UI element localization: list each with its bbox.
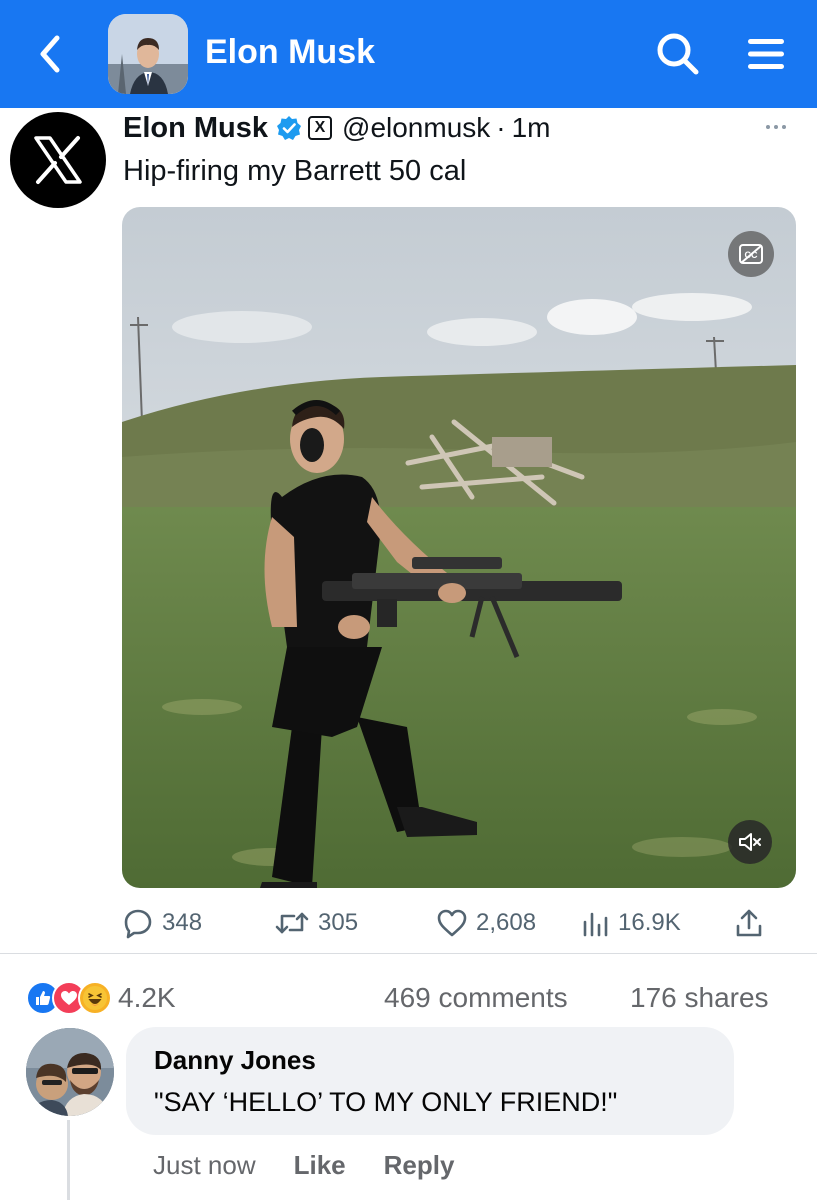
commenter-avatar[interactable] [26,1028,114,1116]
tweet-text: Hip-firing my Barrett 50 cal [123,155,467,187]
captions-button[interactable]: CC [728,231,774,277]
page-avatar[interactable] [108,14,188,94]
comment-meta: Just now Like Reply [153,1148,454,1182]
comment-reply-button[interactable]: Reply [384,1150,455,1181]
retweet-icon [275,912,309,934]
more-options-icon[interactable] [758,118,794,136]
comment-text: "SAY ‘HELLO’ TO MY ONLY FRIEND!" [154,1087,618,1117]
reactions-summary[interactable]: 4.2K [26,978,176,1018]
captions-icon: CC [739,244,763,264]
reply-action[interactable]: 348 [122,900,202,946]
volume-muted-icon [739,833,761,851]
tweet-header: Elon Musk X @elonmusk · 1m [123,108,551,148]
tweet-separator: · [496,112,506,143]
tweet-time: 1m [511,112,551,143]
page-title[interactable]: Elon Musk [205,30,375,74]
retweet-count: 305 [318,909,359,936]
comment-like-button[interactable]: Like [294,1150,346,1181]
x-logo-avatar[interactable] [10,112,106,208]
shares-count[interactable]: 176 shares [630,980,769,1016]
search-icon [657,33,699,75]
top-bar: Elon Musk [0,0,817,108]
tweet-author-name[interactable]: Elon Musk [123,112,268,145]
reaction-icons [26,981,112,1015]
comments-count[interactable]: 469 comments [384,980,568,1016]
views-action[interactable]: 16.9K [580,900,681,946]
tweet-actions: 348 305 2,608 16.9K [122,900,798,946]
tweet-video[interactable]: CC [122,207,796,888]
haha-reaction-icon [78,981,112,1015]
x-affiliate-badge: X [308,116,333,140]
menu-button[interactable] [738,26,794,82]
like-action[interactable]: 2,608 [436,900,536,946]
comment-bubble: Danny Jones "SAY ‘HELLO’ TO MY ONLY FRIE… [126,1027,734,1135]
divider [0,953,817,954]
heart-icon [437,909,467,937]
search-button[interactable] [650,26,706,82]
like-count: 2,608 [476,909,537,936]
tweet-handle[interactable]: @elonmusk [342,112,490,144]
verified-badge-icon [276,115,302,141]
retweet-action[interactable]: 305 [274,900,358,946]
x-logo-icon [34,136,82,184]
reply-icon [124,909,152,939]
reactions-count: 4.2K [118,982,176,1013]
thread-line [67,1120,70,1200]
views-count: 16.9K [618,909,681,936]
views-chart-icon [583,912,608,937]
share-action[interactable] [734,900,764,946]
mute-button[interactable] [728,820,772,864]
comment-author[interactable]: Danny Jones [154,1045,316,1076]
menu-icon [748,39,784,69]
comment-time: Just now [153,1149,256,1180]
share-upload-icon [736,909,762,937]
video-frame [122,207,796,888]
reply-count: 348 [162,909,203,936]
chevron-left-icon [40,35,60,73]
back-button[interactable] [28,30,72,78]
